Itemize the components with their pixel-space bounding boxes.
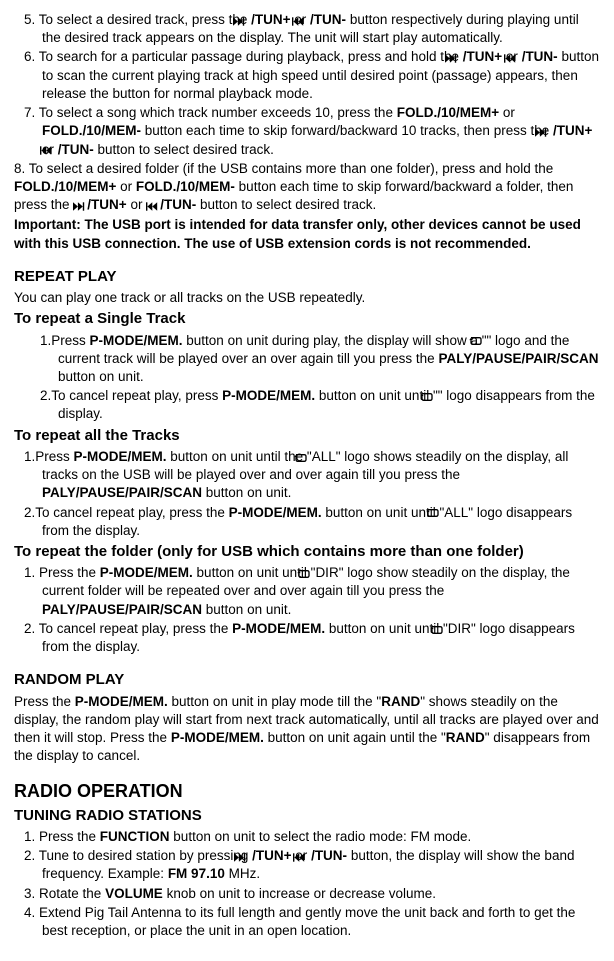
function-label: FUNCTION [100,829,170,844]
repeat-single-step1: 1.Press P-MODE/MEM. button on unit durin… [14,332,600,387]
list-item-6: 6. To search for a particular passage du… [14,48,600,103]
list-item-5: 5. To select a desired track, press the … [14,11,600,47]
paly-label: PALY/PAUSE/PAIR/SCAN [42,485,202,500]
fast-rewind-icon [146,199,160,213]
text: button on unit. [202,602,291,617]
text: knob on unit to increase or decrease vol… [163,886,436,901]
important-note: Important: The USB port is intended for … [14,216,600,252]
fold-minus-label: FOLD./10/MEM- [136,179,235,194]
text: 5. To select a desired track, press the [24,12,251,27]
text: 2.To cancel repeat play, press the [24,505,229,520]
pmode-label: P-MODE/MEM. [90,333,183,348]
fold-plus-label: FOLD./10/MEM+ [14,179,116,194]
tun-minus-label: /TUN- [160,197,196,212]
paly-label: PALY/PAUSE/PAIR/SCAN [438,351,598,366]
text: button each time to skip forward/backwar… [141,123,553,138]
repeat-all-step1: 1.Press P-MODE/MEM. button on unit until… [14,448,600,503]
tun-plus-label: /TUN+ [251,12,290,27]
pmode-label: P-MODE/MEM. [74,449,167,464]
pmode-label: P-MODE/MEM. [171,730,264,745]
list-item-7: 7. To select a song which track number e… [14,104,600,159]
text: 2.To cancel repeat play, press [40,388,222,403]
tun-minus-label: /TUN- [311,848,347,863]
fold-plus-label: FOLD./10/MEM+ [397,105,499,120]
heading-tuning-stations: TUNING RADIO STATIONS [14,806,600,826]
repeat-intro: You can play one track or all tracks on … [14,289,600,307]
text: Press the [14,694,75,709]
text: 1.Press [40,333,90,348]
text: or [130,197,146,212]
text: button on unit during play, the display … [183,333,487,348]
tun-minus-label: /TUN- [310,12,346,27]
tun-minus-label: /TUN- [58,142,94,157]
text: button to select desired track. [200,197,376,212]
tun-plus-label: /TUN+ [252,848,291,863]
rand-label: RAND [446,730,485,745]
pmode-label: P-MODE/MEM. [75,694,168,709]
text: button to select desired track. [98,142,274,157]
text: or [499,105,515,120]
radio-step3: 3. Rotate the VOLUME knob on unit to inc… [14,885,600,903]
text: 2. To cancel repeat play, press the [24,621,232,636]
text: button on unit to select the radio mode:… [170,829,472,844]
text: 3. Rotate the [24,886,105,901]
volume-label: VOLUME [105,886,163,901]
text: or [116,179,136,194]
text: button on unit until the " [167,449,312,464]
radio-step1: 1. Press the FUNCTION button on unit to … [14,828,600,846]
fold-minus-label: FOLD./10/MEM- [42,123,141,138]
text: button on unit again until the " [264,730,446,745]
tun-minus-label: /TUN- [522,49,558,64]
rand-label: RAND [381,694,420,709]
heading-repeat-folder: To repeat the folder (only for USB which… [14,542,600,562]
text: 1.Press [24,449,74,464]
text: 7. To select a song which track number e… [24,105,397,120]
tun-plus-label: /TUN+ [463,49,502,64]
text: button on unit in play mode till the " [168,694,381,709]
heading-radio-operation: RADIO OPERATION [14,779,600,803]
list-item-8: 8. To select a desired folder (if the US… [14,160,600,215]
dir-logo-text: DIR [448,621,471,636]
heading-repeat-single: To repeat a Single Track [14,309,600,329]
text: 2. Tune to desired station by pressing [24,848,252,863]
text: 6. To search for a particular passage du… [24,49,463,64]
text: 1. Press the [24,565,100,580]
repeat-folder-step2: 2. To cancel repeat play, press the P-MO… [14,620,600,656]
heading-random-play: RANDOM PLAY [14,670,600,690]
text: MHz. [225,866,260,881]
random-text: Press the P-MODE/MEM. button on unit in … [14,693,600,766]
heading-repeat-play: REPEAT PLAY [14,267,600,287]
radio-step4: 4. Extend Pig Tail Antenna to its full l… [14,904,600,940]
all-logo-text: ALL [444,505,468,520]
repeat-single-step2: 2.To cancel repeat play, press P-MODE/ME… [14,387,600,423]
repeat-all-step2: 2.To cancel repeat play, press the P-MOD… [14,504,600,540]
dir-logo-text: DIR [315,565,338,580]
text: 8. To select a desired folder (if the US… [14,161,553,176]
paly-label: PALY/PAUSE/PAIR/SCAN [42,602,202,617]
text: button on unit. [58,369,144,384]
text: button on unit. [202,485,291,500]
text: 1. Press the [24,829,100,844]
radio-step2: 2. Tune to desired station by pressing /… [14,847,600,883]
fm-freq-label: FM 97.10 [168,866,225,881]
all-logo-text: ALL [312,449,336,464]
tun-plus-label: /TUN+ [553,123,592,138]
tun-plus-label: /TUN+ [87,197,126,212]
pmode-label: P-MODE/MEM. [229,505,322,520]
heading-repeat-all: To repeat all the Tracks [14,426,600,446]
repeat-folder-step1: 1. Press the P-MODE/MEM. button on unit … [14,564,600,619]
pmode-label: P-MODE/MEM. [232,621,325,636]
fast-forward-icon [73,199,87,213]
pmode-label: P-MODE/MEM. [100,565,193,580]
pmode-label: P-MODE/MEM. [222,388,315,403]
